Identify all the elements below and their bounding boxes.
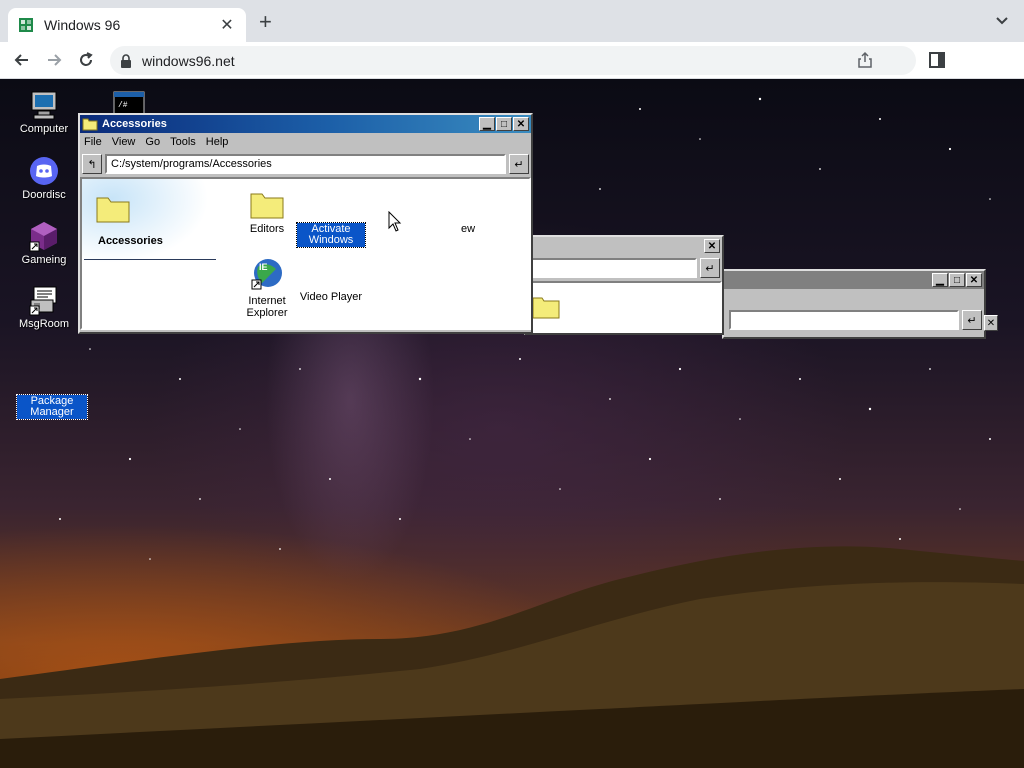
window-titlebar[interactable]: Accessories ▁ □ ✕ <box>80 115 531 133</box>
go-arrow-icon[interactable]: ↵ <box>509 154 529 174</box>
svg-text:IE: IE <box>259 262 268 272</box>
menubar: File View Go Tools Help <box>80 133 531 151</box>
address-field[interactable] <box>729 310 959 330</box>
computer-icon <box>31 91 57 120</box>
desktop-icon-label: Package Manager <box>16 394 88 420</box>
item-label: Internet Explorer <box>246 295 288 319</box>
desktop-icon-label: Computer <box>19 123 69 135</box>
svg-text:/#: /# <box>118 101 128 110</box>
chevron-down-icon[interactable] <box>994 12 1010 28</box>
item-label: Activate Windows <box>296 222 366 248</box>
tab-close-icon[interactable]: ✕ <box>218 15 236 35</box>
close-icon[interactable]: ✕ <box>513 117 529 131</box>
folder-item-editors[interactable]: Editors <box>232 189 302 235</box>
go-arrow-icon[interactable]: ↵ <box>962 310 982 330</box>
window-title: Accessories <box>102 118 167 130</box>
share-icon[interactable] <box>856 51 874 69</box>
desktop-icon-label: Doordisc <box>22 189 66 201</box>
close-icon[interactable]: ✕ <box>966 273 982 287</box>
menu-go[interactable]: Go <box>145 136 160 148</box>
desktop-icon-doordisc[interactable]: Doordisc <box>9 155 79 201</box>
message-room-icon <box>29 286 57 316</box>
folder-large-icon <box>96 197 130 223</box>
lock-icon[interactable] <box>120 53 132 68</box>
menu-help[interactable]: Help <box>206 136 229 148</box>
address-bar[interactable]: windows96.net <box>110 46 916 75</box>
side-panel-icon[interactable] <box>929 52 945 68</box>
close-icon[interactable]: ✕ <box>704 239 720 253</box>
item-label: Editors <box>249 223 285 235</box>
folder-item-video-player[interactable]: Video Player <box>296 291 366 303</box>
window-titlebar[interactable]: ▁ □ ✕ <box>724 271 984 289</box>
item-label: Video Player <box>299 291 363 303</box>
tab-title: Windows 96 <box>44 17 121 33</box>
back-arrow-icon[interactable] <box>12 50 32 70</box>
folder-icon[interactable] <box>532 293 560 319</box>
background-window-2[interactable]: ▁ □ ✕ ↵ <box>722 269 986 339</box>
terminal-icon[interactable]: /# <box>113 91 145 115</box>
desktop-icon-msgroom[interactable]: MsgRoom <box>9 284 79 330</box>
background-window-1[interactable]: ✕ ↵ <box>524 235 724 335</box>
folder-view[interactable]: Accessories Editors Activate Windows IE <box>80 177 531 330</box>
menu-file[interactable]: File <box>84 136 102 148</box>
window-titlebar[interactable]: ✕ <box>526 237 722 255</box>
browser-tab[interactable]: Windows 96 ✕ <box>8 8 246 42</box>
item-label: ew <box>460 223 476 235</box>
address-field[interactable] <box>531 258 697 278</box>
window-content <box>526 281 722 333</box>
maximize-icon[interactable]: □ <box>496 117 512 131</box>
windows96-favicon-icon <box>19 18 33 32</box>
go-arrow-icon[interactable]: ↵ <box>700 258 720 278</box>
folder-item-activate-windows[interactable]: Activate Windows <box>296 222 366 248</box>
maximize-icon[interactable]: □ <box>949 273 965 287</box>
menubar <box>724 289 984 307</box>
game-cube-icon <box>29 222 57 252</box>
desktop-icon-gameing[interactable]: Gameing <box>9 220 79 266</box>
address-row: ↵ <box>526 255 722 281</box>
desktop-icon-computer[interactable]: Computer <box>9 89 79 135</box>
folder-side-panel: Accessories <box>82 179 222 328</box>
menu-tools[interactable]: Tools <box>170 136 196 148</box>
minimize-icon[interactable]: ▁ <box>932 273 948 287</box>
minimize-icon[interactable]: ▁ <box>479 117 495 131</box>
address-field[interactable]: C:/system/programs/Accessories <box>105 154 506 174</box>
forward-arrow-icon[interactable] <box>44 50 64 70</box>
desktop-icon-label: MsgRoom <box>18 318 70 330</box>
menu-view[interactable]: View <box>112 136 136 148</box>
accessories-window[interactable]: Accessories ▁ □ ✕ File View Go Tools Hel… <box>78 113 533 334</box>
address-row: ↰ C:/system/programs/Accessories ↵ <box>80 151 531 177</box>
up-folder-icon[interactable]: ↰ <box>82 154 102 174</box>
url-text: windows96.net <box>142 52 235 69</box>
desktop[interactable]: Computer Doordisc Gameing MsgRoom Packag… <box>0 79 1024 768</box>
internet-explorer-icon: IE <box>251 259 282 290</box>
folder-icon <box>250 193 284 219</box>
discord-icon <box>30 157 58 185</box>
browser-tab-strip: Windows 96 ✕ + <box>0 0 1024 42</box>
folder-small-icon <box>82 118 98 131</box>
close-icon[interactable]: ✕ <box>984 315 998 331</box>
new-tab-plus-icon[interactable]: + <box>259 11 272 33</box>
folder-item-partial[interactable]: ew <box>448 223 488 235</box>
side-panel-divider <box>84 259 216 260</box>
address-row: ↵ <box>724 307 984 333</box>
side-panel-title: Accessories <box>98 235 163 247</box>
browser-toolbar: windows96.net <box>0 42 1024 79</box>
reload-icon[interactable] <box>76 50 96 70</box>
folder-item-internet-explorer[interactable]: IE Internet Explorer <box>232 257 302 319</box>
mouse-cursor-icon <box>388 211 402 232</box>
desktop-icon-label: Gameing <box>21 254 67 266</box>
desktop-icon-package-manager[interactable]: Package Manager <box>16 394 88 420</box>
